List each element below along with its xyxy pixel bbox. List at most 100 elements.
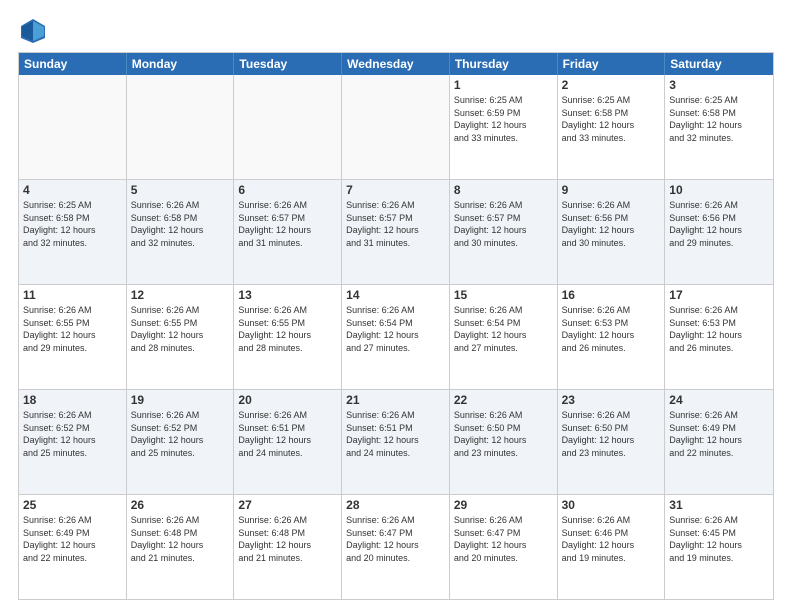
cell-info: Sunrise: 6:26 AMSunset: 6:57 PMDaylight:… — [346, 199, 445, 249]
header — [18, 16, 774, 46]
day-cell-30: 30 Sunrise: 6:26 AMSunset: 6:46 PMDayligh… — [558, 495, 666, 599]
empty-cell — [234, 75, 342, 179]
cell-info: Sunrise: 6:26 AMSunset: 6:58 PMDaylight:… — [131, 199, 230, 249]
day-number: 15 — [454, 288, 553, 302]
day-cell-9: 9Sunrise: 6:26 AMSunset: 6:56 PMDaylight… — [558, 180, 666, 284]
cell-info: Sunrise: 6:26 AMSunset: 6:47 PMDaylight:… — [454, 514, 553, 564]
calendar-week-3: 11 Sunrise: 6:26 AMSunset: 6:55 PMDayligh… — [19, 284, 773, 389]
cell-info: Sunrise: 6:26 AMSunset: 6:55 PMDaylight:… — [238, 304, 337, 354]
cell-info: Sunrise: 6:26 AMSunset: 6:55 PMDaylight:… — [131, 304, 230, 354]
day-cell-8: 8 Sunrise: 6:26 AMSunset: 6:57 PMDaylight… — [450, 180, 558, 284]
page: SundayMondayTuesdayWednesdayThursdayFrid… — [0, 0, 792, 612]
cell-info: Sunrise: 6:26 AMSunset: 6:51 PMDaylight:… — [238, 409, 337, 459]
cell-info: Sunrise: 6:26 AMSunset: 6:53 PMDaylight:… — [562, 304, 661, 354]
calendar: SundayMondayTuesdayWednesdayThursdayFrid… — [18, 52, 774, 600]
day-number: 8 — [454, 183, 553, 197]
day-cell-26: 26 Sunrise: 6:26 AMSunset: 6:48 PMDayligh… — [127, 495, 235, 599]
cell-info: Sunrise: 6:26 AMSunset: 6:55 PMDaylight:… — [23, 304, 122, 354]
day-cell-20: 20 Sunrise: 6:26 AMSunset: 6:51 PMDayligh… — [234, 390, 342, 494]
day-cell-18: 18Sunrise: 6:26 AMSunset: 6:52 PMDayligh… — [19, 390, 127, 494]
day-number: 6 — [238, 183, 337, 197]
cell-info: Sunrise: 6:26 AMSunset: 6:50 PMDaylight:… — [562, 409, 661, 459]
cell-info: Sunrise: 6:25 AMSunset: 6:58 PMDaylight:… — [562, 94, 661, 144]
day-number: 27 — [238, 498, 337, 512]
day-number: 16 — [562, 288, 661, 302]
day-number: 9 — [562, 183, 661, 197]
day-number: 14 — [346, 288, 445, 302]
day-cell-31: 31Sunrise: 6:26 AMSunset: 6:45 PMDayligh… — [665, 495, 773, 599]
day-cell-12: 12Sunrise: 6:26 AMSunset: 6:55 PMDayligh… — [127, 285, 235, 389]
cell-info: Sunrise: 6:26 AMSunset: 6:52 PMDaylight:… — [131, 409, 230, 459]
calendar-header-saturday: Saturday — [665, 53, 773, 75]
calendar-header-thursday: Thursday — [450, 53, 558, 75]
day-cell-2: 2Sunrise: 6:25 AMSunset: 6:58 PMDaylight… — [558, 75, 666, 179]
day-number: 26 — [131, 498, 230, 512]
day-number: 3 — [669, 78, 769, 92]
day-number: 7 — [346, 183, 445, 197]
day-cell-29: 29 Sunrise: 6:26 AMSunset: 6:47 PMDayligh… — [450, 495, 558, 599]
calendar-week-5: 25 Sunrise: 6:26 AMSunset: 6:49 PMDayligh… — [19, 494, 773, 599]
day-cell-7: 7 Sunrise: 6:26 AMSunset: 6:57 PMDaylight… — [342, 180, 450, 284]
cell-info: Sunrise: 6:26 AMSunset: 6:51 PMDaylight:… — [346, 409, 445, 459]
day-cell-28: 28 Sunrise: 6:26 AMSunset: 6:47 PMDayligh… — [342, 495, 450, 599]
calendar-header-wednesday: Wednesday — [342, 53, 450, 75]
cell-info: Sunrise: 6:26 AMSunset: 6:46 PMDaylight:… — [562, 514, 661, 564]
day-cell-23: 23 Sunrise: 6:26 AMSunset: 6:50 PMDayligh… — [558, 390, 666, 494]
day-cell-3: 3 Sunrise: 6:25 AMSunset: 6:58 PMDaylight… — [665, 75, 773, 179]
day-cell-17: 17Sunrise: 6:26 AMSunset: 6:53 PMDayligh… — [665, 285, 773, 389]
empty-cell — [127, 75, 235, 179]
calendar-week-2: 4 Sunrise: 6:25 AMSunset: 6:58 PMDaylight… — [19, 179, 773, 284]
cell-info: Sunrise: 6:26 AMSunset: 6:48 PMDaylight:… — [238, 514, 337, 564]
cell-info: Sunrise: 6:26 AMSunset: 6:56 PMDaylight:… — [669, 199, 769, 249]
day-number: 31 — [669, 498, 769, 512]
day-cell-6: 6 Sunrise: 6:26 AMSunset: 6:57 PMDaylight… — [234, 180, 342, 284]
day-number: 18 — [23, 393, 122, 407]
day-cell-11: 11 Sunrise: 6:26 AMSunset: 6:55 PMDayligh… — [19, 285, 127, 389]
day-cell-22: 22 Sunrise: 6:26 AMSunset: 6:50 PMDayligh… — [450, 390, 558, 494]
day-cell-15: 15Sunrise: 6:26 AMSunset: 6:54 PMDayligh… — [450, 285, 558, 389]
calendar-body: 1 Sunrise: 6:25 AMSunset: 6:59 PMDaylight… — [19, 75, 773, 599]
day-number: 20 — [238, 393, 337, 407]
calendar-header-friday: Friday — [558, 53, 666, 75]
day-number: 28 — [346, 498, 445, 512]
day-cell-14: 14 Sunrise: 6:26 AMSunset: 6:54 PMDayligh… — [342, 285, 450, 389]
day-number: 1 — [454, 78, 553, 92]
day-cell-13: 13Sunrise: 6:26 AMSunset: 6:55 PMDayligh… — [234, 285, 342, 389]
cell-info: Sunrise: 6:26 AMSunset: 6:49 PMDaylight:… — [23, 514, 122, 564]
cell-info: Sunrise: 6:25 AMSunset: 6:58 PMDaylight:… — [669, 94, 769, 144]
cell-info: Sunrise: 6:26 AMSunset: 6:49 PMDaylight:… — [669, 409, 769, 459]
cell-info: Sunrise: 6:26 AMSunset: 6:57 PMDaylight:… — [238, 199, 337, 249]
day-number: 17 — [669, 288, 769, 302]
day-number: 19 — [131, 393, 230, 407]
cell-info: Sunrise: 6:25 AMSunset: 6:58 PMDaylight:… — [23, 199, 122, 249]
day-cell-25: 25 Sunrise: 6:26 AMSunset: 6:49 PMDayligh… — [19, 495, 127, 599]
calendar-week-4: 18 Sunrise: 6:26 AMSunset: 6:52 PMDayligh… — [19, 389, 773, 494]
day-number: 4 — [23, 183, 122, 197]
calendar-header-sunday: Sunday — [19, 53, 127, 75]
cell-info: Sunrise: 6:26 AMSunset: 6:48 PMDaylight:… — [131, 514, 230, 564]
day-number: 11 — [23, 288, 122, 302]
cell-info: Sunrise: 6:26 AMSunset: 6:47 PMDaylight:… — [346, 514, 445, 564]
day-number: 24 — [669, 393, 769, 407]
day-cell-5: 5 Sunrise: 6:26 AMSunset: 6:58 PMDaylight… — [127, 180, 235, 284]
calendar-header-monday: Monday — [127, 53, 235, 75]
day-number: 29 — [454, 498, 553, 512]
day-number: 30 — [562, 498, 661, 512]
day-cell-21: 21Sunrise: 6:26 AMSunset: 6:51 PMDayligh… — [342, 390, 450, 494]
cell-info: Sunrise: 6:26 AMSunset: 6:54 PMDaylight:… — [346, 304, 445, 354]
cell-info: Sunrise: 6:25 AMSunset: 6:59 PMDaylight:… — [454, 94, 553, 144]
calendar-header-tuesday: Tuesday — [234, 53, 342, 75]
day-number: 23 — [562, 393, 661, 407]
cell-info: Sunrise: 6:26 AMSunset: 6:50 PMDaylight:… — [454, 409, 553, 459]
day-cell-27: 27 Sunrise: 6:26 AMSunset: 6:48 PMDayligh… — [234, 495, 342, 599]
calendar-week-1: 1 Sunrise: 6:25 AMSunset: 6:59 PMDaylight… — [19, 75, 773, 179]
day-cell-1: 1 Sunrise: 6:25 AMSunset: 6:59 PMDaylight… — [450, 75, 558, 179]
day-cell-16: 16 Sunrise: 6:26 AMSunset: 6:53 PMDayligh… — [558, 285, 666, 389]
day-cell-24: 24 Sunrise: 6:26 AMSunset: 6:49 PMDayligh… — [665, 390, 773, 494]
day-number: 22 — [454, 393, 553, 407]
day-number: 10 — [669, 183, 769, 197]
cell-info: Sunrise: 6:26 AMSunset: 6:57 PMDaylight:… — [454, 199, 553, 249]
day-number: 25 — [23, 498, 122, 512]
empty-cell — [19, 75, 127, 179]
day-number: 5 — [131, 183, 230, 197]
